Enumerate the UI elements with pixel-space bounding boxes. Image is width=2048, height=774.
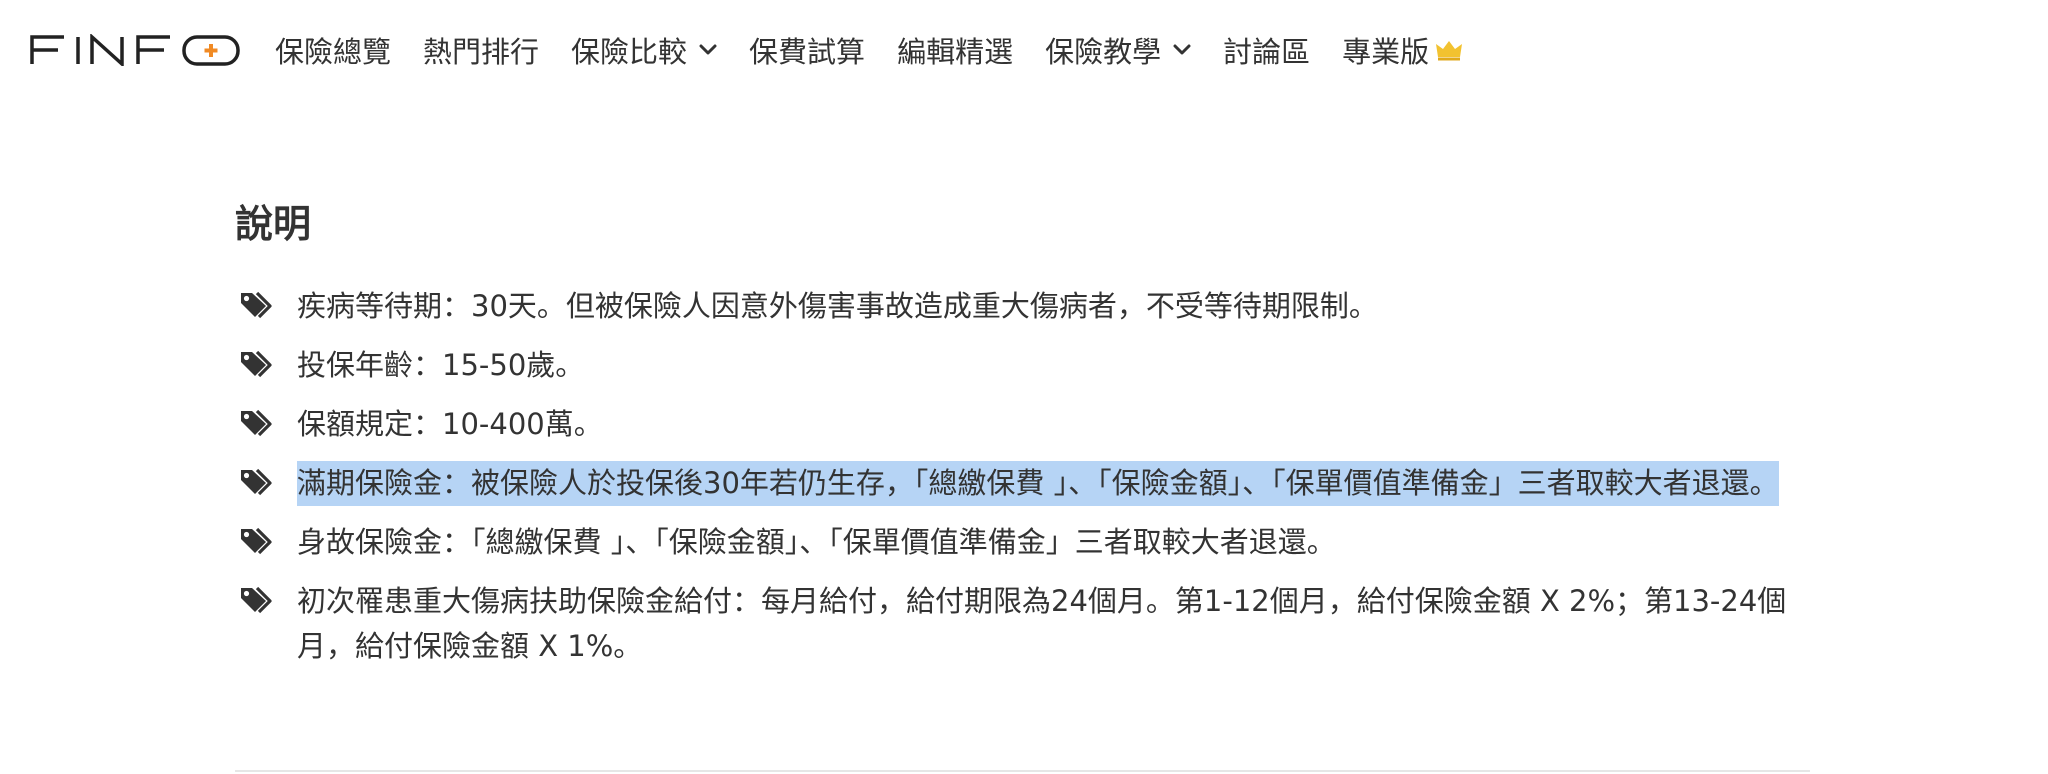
- section-title: 說明: [235, 202, 312, 246]
- list-item: 保額規定：10-400萬。: [235, 402, 1810, 447]
- section-divider: [235, 770, 1810, 772]
- nav-item-premium-calc[interactable]: 保費試算: [749, 29, 865, 71]
- nav-label: 保險總覽: [275, 35, 392, 69]
- description-text-selected: 滿期保險金：被保險人於投保後30年若仍生存，「總繳保費 」、「保險金額」、「保單…: [297, 461, 1779, 506]
- crown-icon: [1436, 41, 1463, 61]
- nav-label: 保險比較: [571, 35, 688, 69]
- list-item: 身故保險金：「總繳保費 」、「保險金額」、「保單價值準備金」三者取較大者退還。: [235, 520, 1810, 565]
- chevron-down-icon: [1173, 44, 1191, 55]
- tags-icon: [241, 468, 272, 496]
- finfo-logo-icon: [30, 34, 240, 66]
- top-navigation: 保險總覽 熱門排行 保險比較 保費試算 編輯精選 保險教學 討論區 專業版: [0, 0, 2048, 100]
- description-text: 投保年齡：15-50歲。: [297, 348, 585, 382]
- tags-icon: [241, 527, 272, 555]
- main-menu: 保險總覽 熱門排行 保險比較 保費試算 編輯精選 保險教學 討論區 專業版: [275, 28, 1495, 72]
- description-list: 疾病等待期：30天。但被保險人因意外傷害事故造成重大傷病者，不受等待期限制。 投…: [235, 284, 1810, 669]
- tags-icon: [241, 291, 272, 319]
- nav-label: 編輯精選: [897, 35, 1014, 69]
- list-item: 投保年齡：15-50歲。: [235, 343, 1810, 388]
- nav-item-pro[interactable]: 專業版: [1342, 29, 1463, 71]
- description-text: 身故保險金：「總繳保費 」、「保險金額」、「保單價值準備金」三者取較大者退還。: [297, 525, 1336, 559]
- nav-label: 專業版: [1342, 35, 1430, 69]
- description-text: 保額規定：10-400萬。: [297, 407, 603, 441]
- nav-item-overview[interactable]: 保險總覽: [275, 29, 391, 71]
- tags-icon: [241, 350, 272, 378]
- description-section: 說明 疾病等待期：30天。但被保險人因意外傷害事故造成重大傷病者，不受等待期限制…: [235, 196, 1810, 683]
- list-item: 初次罹患重大傷病扶助保險金給付：每月給付，給付期限為24個月。第1-12個月，給…: [235, 579, 1810, 669]
- nav-item-forum[interactable]: 討論區: [1223, 29, 1310, 71]
- tags-icon: [241, 409, 272, 437]
- nav-item-ranking[interactable]: 熱門排行: [423, 29, 539, 71]
- nav-item-editor-picks[interactable]: 編輯精選: [897, 29, 1013, 71]
- nav-item-tutorials[interactable]: 保險教學: [1045, 29, 1191, 71]
- list-item: 滿期保險金：被保險人於投保後30年若仍生存，「總繳保費 」、「保險金額」、「保單…: [235, 461, 1810, 506]
- nav-item-compare[interactable]: 保險比較: [571, 29, 717, 71]
- nav-label: 討論區: [1223, 35, 1311, 69]
- tags-icon: [241, 586, 272, 614]
- chevron-down-icon: [699, 44, 717, 55]
- finfo-logo[interactable]: [30, 34, 242, 66]
- description-text: 初次罹患重大傷病扶助保險金給付：每月給付，給付期限為24個月。第1-12個月，給…: [297, 584, 1787, 663]
- list-item: 疾病等待期：30天。但被保險人因意外傷害事故造成重大傷病者，不受等待期限制。: [235, 284, 1810, 329]
- description-text: 疾病等待期：30天。但被保險人因意外傷害事故造成重大傷病者，不受等待期限制。: [297, 289, 1378, 323]
- nav-label: 熱門排行: [423, 35, 540, 69]
- nav-label: 保險教學: [1045, 35, 1162, 69]
- nav-label: 保費試算: [749, 35, 866, 69]
